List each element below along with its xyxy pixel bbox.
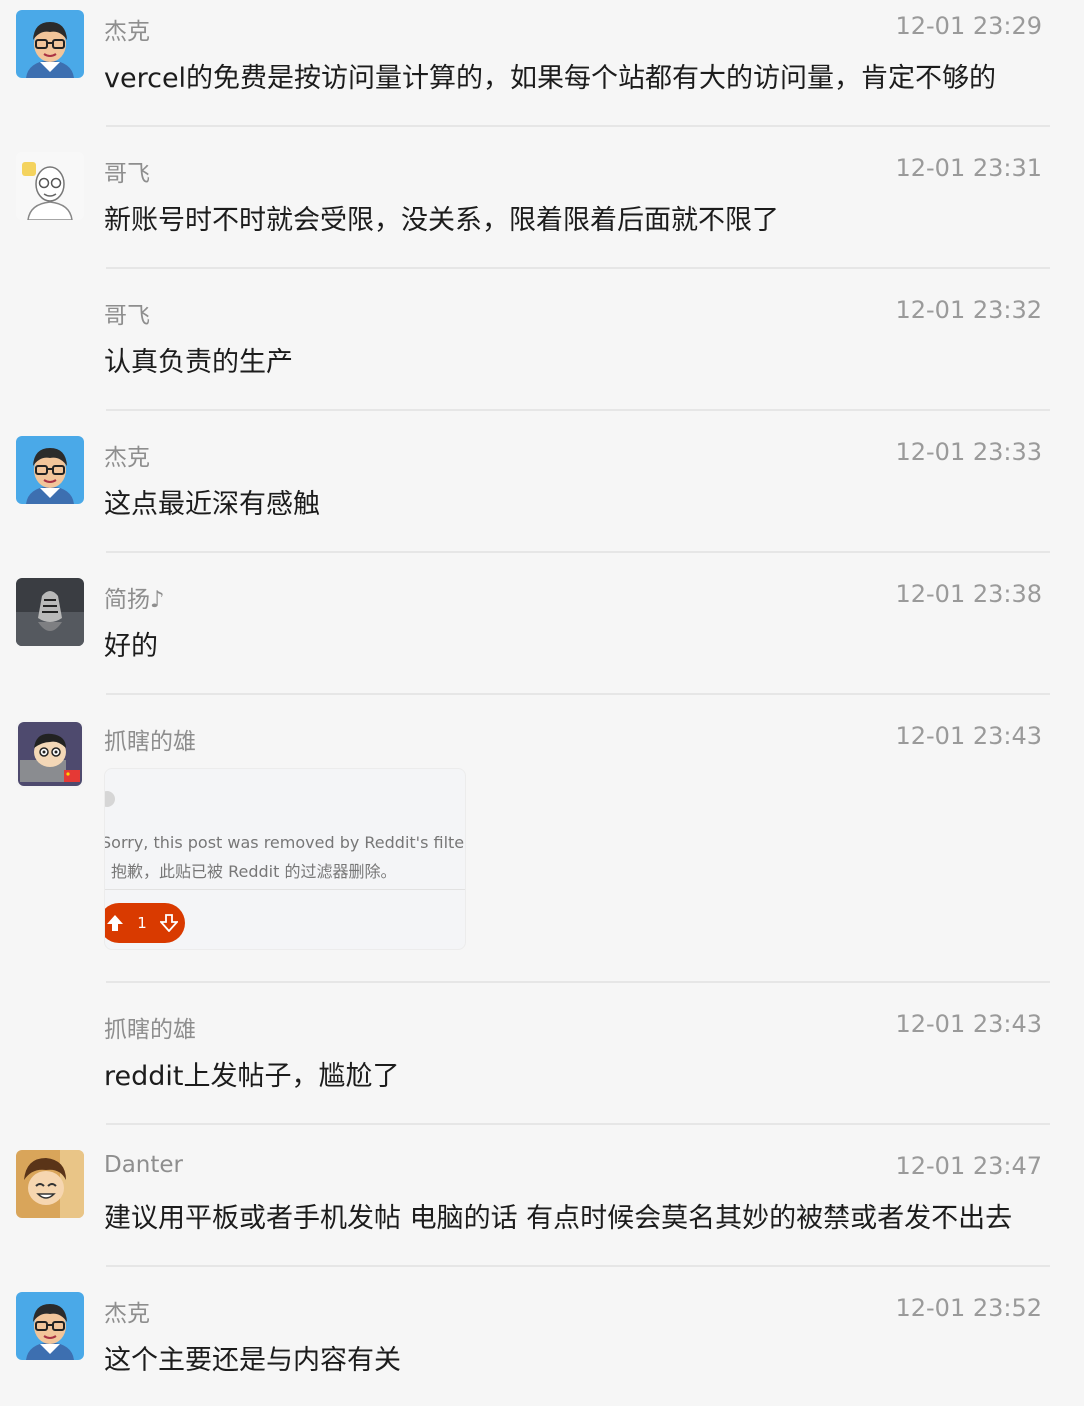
divider [106,267,1050,269]
sender-name: 杰克 [104,1301,150,1327]
divider [106,693,1050,695]
sender-name: 杰克 [104,19,150,45]
message-text: 这点最近深有感触 [104,489,320,520]
message-time: 12-01 23:43 [895,1010,1042,1038]
sender-name: 简扬♪ [104,587,165,613]
message-time: 12-01 23:43 [895,722,1042,750]
downvote-icon[interactable] [160,914,179,932]
tiger-avatar[interactable] [16,578,84,646]
message-text: 这个主要还是与内容有关 [104,1345,401,1376]
message-time: 12-01 23:29 [895,12,1042,40]
message-text: 新账号时不时就会受限，没关系，限着限着后面就不限了 [104,205,779,236]
cartoon-avatar[interactable] [16,720,84,788]
divider [106,551,1050,553]
message-time: 12-01 23:47 [895,1152,1042,1180]
vote-count: 1 [137,914,147,932]
sender-name: 哥飞 [104,303,150,329]
jack-avatar[interactable] [16,1292,84,1360]
jack-avatar[interactable] [16,10,84,78]
divider [106,1265,1050,1267]
sender-name: 杰克 [104,445,150,471]
sender-name: 抓瞎的雄 [104,729,196,755]
message-text: 认真负责的生产 [104,347,293,378]
message-text: vercel的免费是按访问量计算的，如果每个站都有大的访问量，肯定不够的 [104,63,997,94]
message-time: 12-01 23:31 [895,154,1042,182]
sender-name: 抓瞎的雄 [104,1017,196,1043]
sender-name: Danter [104,1152,184,1178]
message-text: 好的 [104,631,158,662]
sender-name: 哥飞 [104,161,150,187]
jack-avatar[interactable] [16,436,84,504]
bullet-icon [105,791,115,807]
image-card[interactable]: Sorry, this post was removed by Reddit's… [104,768,466,950]
message-time: 12-01 23:32 [895,296,1042,324]
card-divider [105,889,465,890]
divider [106,1123,1050,1125]
vote-pill[interactable]: 1 [105,903,185,943]
divider [106,125,1050,127]
removed-notice-en: Sorry, this post was removed by Reddit's… [104,833,466,852]
message-text: reddit上发帖子，尴尬了 [104,1061,400,1092]
message-text: 建议用平板或者手机发帖 电脑的话 有点时候会莫名其妙的被禁或者发不出去 [104,1203,1013,1234]
gefei-avatar[interactable] [16,152,84,220]
message-time: 12-01 23:52 [895,1294,1042,1322]
message-time: 12-01 23:38 [895,580,1042,608]
divider [106,409,1050,411]
message-time: 12-01 23:33 [895,438,1042,466]
divider [106,981,1050,983]
anime-avatar[interactable] [16,1150,84,1218]
upvote-icon[interactable] [106,914,124,932]
removed-notice-zh: 抱歉，此贴已被 Reddit 的过滤器删除。 [111,862,397,881]
